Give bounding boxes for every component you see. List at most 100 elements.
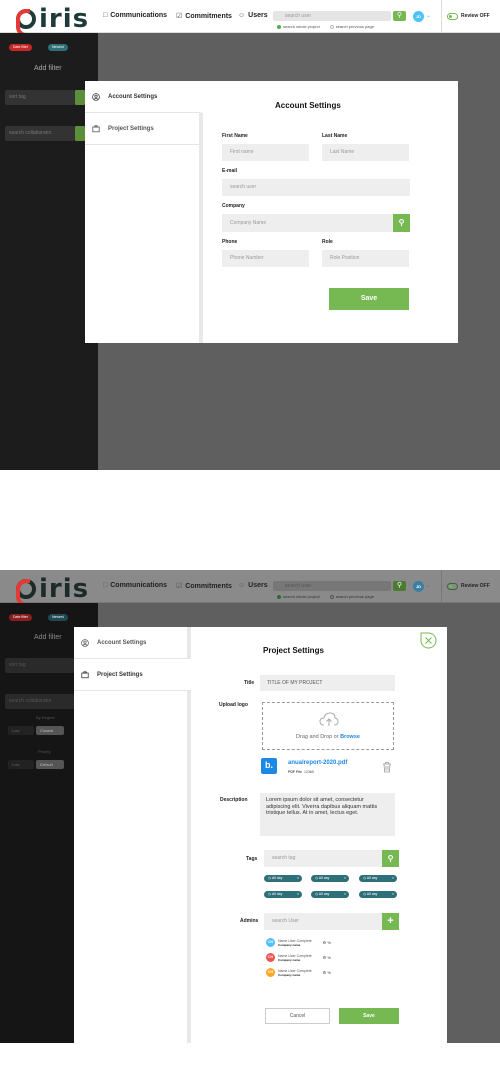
remove-tag-icon[interactable]: × [392, 891, 394, 898]
description-label: Description [220, 797, 248, 803]
nav-users[interactable]: ☺ Users [238, 12, 268, 19]
search-button[interactable]: ⚲ [393, 581, 406, 591]
cloud-upload-icon [319, 712, 339, 726]
nav-communications[interactable]: □ Communications [103, 12, 167, 19]
add-filter-label: Add filter [34, 65, 62, 72]
priority-default-option[interactable]: Default [36, 760, 64, 769]
chip-newest[interactable]: Newest [48, 44, 68, 51]
upload-text: Drag and Drop or [296, 734, 341, 740]
upload-dropzone[interactable]: Drag and Drop or Browse [262, 702, 394, 750]
file-name[interactable]: anualreport-2020.pdf [288, 760, 347, 766]
tag-search-input[interactable]: sort tag [5, 658, 75, 673]
admins-search-input[interactable]: search User [264, 913, 382, 930]
tag-chip[interactable]: ◷ All day × [311, 875, 349, 882]
iris-logo[interactable]: iris [16, 574, 90, 607]
cancel-button[interactable]: Cancel [265, 1008, 330, 1024]
trash-icon[interactable] [382, 761, 392, 773]
search-input[interactable]: search user [273, 11, 391, 21]
close-icon[interactable] [420, 632, 437, 650]
tab-label: Project Settings [97, 671, 143, 678]
chat-icon: □ [103, 12, 108, 19]
admin-permission[interactable]: ⚙ % [323, 940, 331, 945]
tag-chip[interactable]: ◷ All day × [264, 875, 302, 882]
iris-logo[interactable]: iris [16, 4, 89, 37]
top-header-dimmed: iris □ Communications ☑ Commitments ☺ Users… [0, 570, 500, 607]
remove-tag-icon[interactable]: × [297, 891, 299, 898]
chevron-down-icon[interactable]: ⌄ [426, 12, 431, 19]
remove-tag-icon[interactable]: × [392, 875, 394, 882]
tab-account-settings[interactable]: Account Settings [85, 81, 203, 113]
nav-commitments[interactable]: ☑ Commitments [176, 12, 232, 21]
priority-label: Priority [38, 749, 51, 754]
tab-account-settings[interactable]: Account Settings [74, 627, 187, 659]
chip-newest[interactable]: Newest [48, 614, 68, 621]
role-field[interactable]: Role Position [322, 250, 409, 267]
admin-pct: % [327, 955, 331, 960]
radio-selected-icon [277, 24, 281, 29]
logo-mark-icon [16, 579, 36, 607]
remove-tag-icon[interactable]: × [297, 875, 299, 882]
collaborator-search-input[interactable]: search collaborator [5, 126, 75, 141]
add-admin-button[interactable]: + [382, 913, 399, 930]
email-field[interactable]: search user [222, 179, 410, 196]
filter-sidebar: Date filter Newest Add filter sort tag s… [0, 33, 98, 470]
priority-low-option[interactable]: Low [8, 760, 34, 769]
company-field[interactable]: Company Name [222, 214, 393, 232]
review-toggle[interactable] [447, 13, 458, 20]
admin-row: CH Name User Complete Company name ⚙ % [266, 953, 331, 962]
tag-search-button[interactable] [75, 90, 85, 105]
degree-closest-option[interactable]: Closest [36, 726, 64, 735]
chip-date-filter[interactable]: Date filter [9, 44, 32, 51]
save-button[interactable]: Save [339, 1008, 399, 1024]
search-button[interactable]: ⚲ [393, 11, 406, 21]
tag-chip[interactable]: ◷ All day × [264, 891, 302, 898]
search-input[interactable]: search user [273, 581, 391, 591]
logo-text: iris [39, 574, 90, 604]
tab-project-settings[interactable]: Project Settings [74, 659, 191, 691]
phone-field[interactable]: Phone Number [222, 250, 309, 267]
chevron-down-icon[interactable]: ⌄ [426, 582, 431, 589]
nav-communications[interactable]: □ Communications [103, 582, 167, 589]
description-field[interactable]: Lorem ipsum dolor sit amet, consectetur … [260, 793, 395, 836]
admin-permission[interactable]: ⚙ % [323, 955, 331, 960]
nav-users[interactable]: ☺ Users [238, 582, 268, 589]
user-icon: ☺ [238, 12, 246, 19]
first-name-field[interactable]: First name [222, 144, 309, 161]
collaborator-search-button[interactable] [75, 126, 85, 141]
add-filter-label: Add filter [34, 634, 62, 641]
avatar: CH [266, 953, 275, 962]
remove-tag-icon[interactable]: × [344, 891, 346, 898]
tab-project-settings[interactable]: Project Settings [85, 113, 199, 145]
tags-search-input[interactable]: search tag [264, 850, 382, 867]
radio-previous-page[interactable]: search previous page [329, 24, 374, 29]
last-name-label: Last Name [322, 133, 348, 139]
tag-label: All day [318, 876, 330, 880]
plus-icon: + [387, 915, 394, 927]
avatar[interactable]: JD [413, 581, 424, 592]
tag-chip[interactable]: ◷ All day × [359, 891, 397, 898]
remove-tag-icon[interactable]: × [344, 875, 346, 882]
company-search-button[interactable]: ⚲ [393, 214, 410, 232]
last-name-field[interactable]: Last Name [322, 144, 409, 161]
tags-search-button[interactable]: ⚲ [382, 850, 399, 867]
nav-commitments[interactable]: ☑ Commitments [176, 582, 232, 591]
radio-whole-project[interactable]: search whole project [277, 24, 320, 29]
radio-previous-page[interactable]: search previous page [329, 594, 374, 599]
chip-date-filter[interactable]: Date filter [9, 614, 32, 621]
review-label: Review OFF [461, 13, 490, 19]
title-field[interactable]: TITLE OF MY PROJECT [260, 675, 395, 691]
radio-empty-icon [329, 594, 334, 599]
nav-label: Users [248, 582, 268, 589]
tag-chip[interactable]: ◷ All day × [311, 891, 349, 898]
admin-permission[interactable]: ⚙ % [323, 970, 331, 975]
admin-company: Company name [278, 972, 301, 977]
tag-search-input[interactable]: sort tag [5, 90, 75, 105]
radio-whole-project[interactable]: search whole project [277, 594, 320, 599]
collaborator-search-input[interactable]: search collaborator [5, 694, 75, 709]
save-button[interactable]: Save [329, 288, 409, 310]
review-toggle[interactable] [447, 583, 458, 590]
degree-low-option[interactable]: Low [8, 726, 34, 735]
tag-chip[interactable]: ◷ All day × [359, 875, 397, 882]
avatar[interactable]: JD [413, 11, 424, 22]
browse-link[interactable]: Browse [340, 734, 360, 740]
